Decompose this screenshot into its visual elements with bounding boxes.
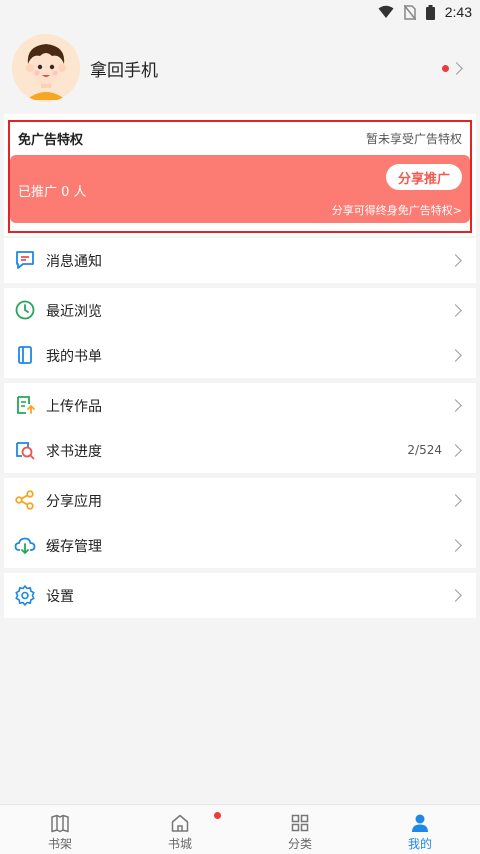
nav-tab-category[interactable]: 分类: [240, 805, 360, 854]
nav-tab-bookstore[interactable]: 书城: [120, 805, 240, 854]
home-icon: [171, 814, 189, 832]
promo-count: 已推广 0 人: [18, 185, 87, 200]
share-icon: [15, 490, 34, 510]
menu-label: 设置: [46, 589, 74, 605]
notification-dot: [442, 65, 449, 72]
chevron-right-icon: [449, 589, 462, 602]
chevron-right-icon: [449, 494, 462, 507]
menu-item-booklist[interactable]: 我的书单: [4, 333, 476, 378]
chevron-right-icon: [449, 304, 462, 317]
bookstore-badge-dot: [214, 812, 221, 819]
menu-item-cache[interactable]: 缓存管理: [4, 523, 476, 568]
share-promo-button[interactable]: 分享推广: [386, 164, 462, 190]
grid-icon: [291, 814, 309, 832]
menu-label: 最近浏览: [46, 304, 102, 320]
menu-group-works: 上传作品 求书进度 2/524: [4, 383, 476, 473]
nav-label: 分类: [287, 837, 312, 851]
clock-icon: [15, 300, 35, 320]
menu-group-settings: 设置: [4, 573, 476, 618]
chevron-right-icon: [449, 399, 462, 412]
chevron-right-icon: [449, 444, 462, 457]
wifi-icon: [378, 5, 394, 18]
chevron-right-icon: [449, 349, 462, 362]
menu-item-upload[interactable]: 上传作品: [4, 383, 476, 428]
chevron-right-icon: [449, 539, 462, 552]
nav-tab-bookshelf[interactable]: 书架: [0, 805, 120, 854]
nav-label: 我的: [407, 837, 432, 851]
chevron-right-icon: [449, 254, 462, 267]
menu-label: 缓存管理: [46, 539, 102, 555]
bookshelf-icon: [51, 814, 69, 833]
battery-icon: [425, 4, 435, 20]
menu-item-share-app[interactable]: 分享应用: [4, 478, 476, 523]
user-icon: [412, 814, 428, 832]
menu-label: 消息通知: [46, 254, 102, 270]
menu-group-reading: 最近浏览 我的书单: [4, 288, 476, 378]
ad-free-title: 免广告特权: [18, 133, 84, 148]
menu-label: 我的书单: [46, 349, 102, 365]
ad-free-status: 暂未享受广告特权: [365, 132, 462, 146]
nav-label: 书城: [167, 837, 192, 851]
bottom-nav: 书架 书城 分类 我的: [0, 804, 480, 854]
menu-label: 上传作品: [46, 399, 102, 415]
cloud-download-icon: [14, 537, 36, 555]
menu-label: 分享应用: [46, 494, 102, 510]
no-sim-icon: [403, 4, 416, 20]
nav-tab-mine[interactable]: 我的: [360, 805, 480, 854]
status-time: 2:43: [444, 4, 472, 20]
menu-item-recent[interactable]: 最近浏览: [4, 288, 476, 333]
chevron-right-icon: [450, 62, 463, 75]
menu-label: 求书进度: [46, 444, 102, 460]
status-bar: 2:43: [0, 0, 480, 24]
menu-item-settings[interactable]: 设置: [4, 573, 476, 618]
menu-group-notifications: 消息通知: [4, 238, 476, 283]
request-progress-count: 2/524: [407, 443, 442, 457]
profile-header[interactable]: 拿回手机: [0, 24, 480, 110]
gear-icon: [15, 585, 35, 606]
menu-item-request-progress[interactable]: 求书进度 2/524: [4, 428, 476, 473]
nav-label: 书架: [47, 837, 72, 851]
avatar[interactable]: [12, 34, 80, 102]
upload-doc-icon: [17, 396, 35, 414]
search-book-icon: [16, 442, 35, 460]
menu-group-app: 分享应用 缓存管理: [4, 478, 476, 568]
book-icon: [18, 346, 32, 364]
promo-hint-link[interactable]: 分享可得终身免广告特权>: [332, 202, 462, 218]
profile-name: 拿回手机: [90, 61, 158, 81]
menu-item-notifications[interactable]: 消息通知: [4, 238, 476, 283]
avatar-boy-icon: [12, 34, 80, 102]
message-icon: [16, 251, 34, 269]
